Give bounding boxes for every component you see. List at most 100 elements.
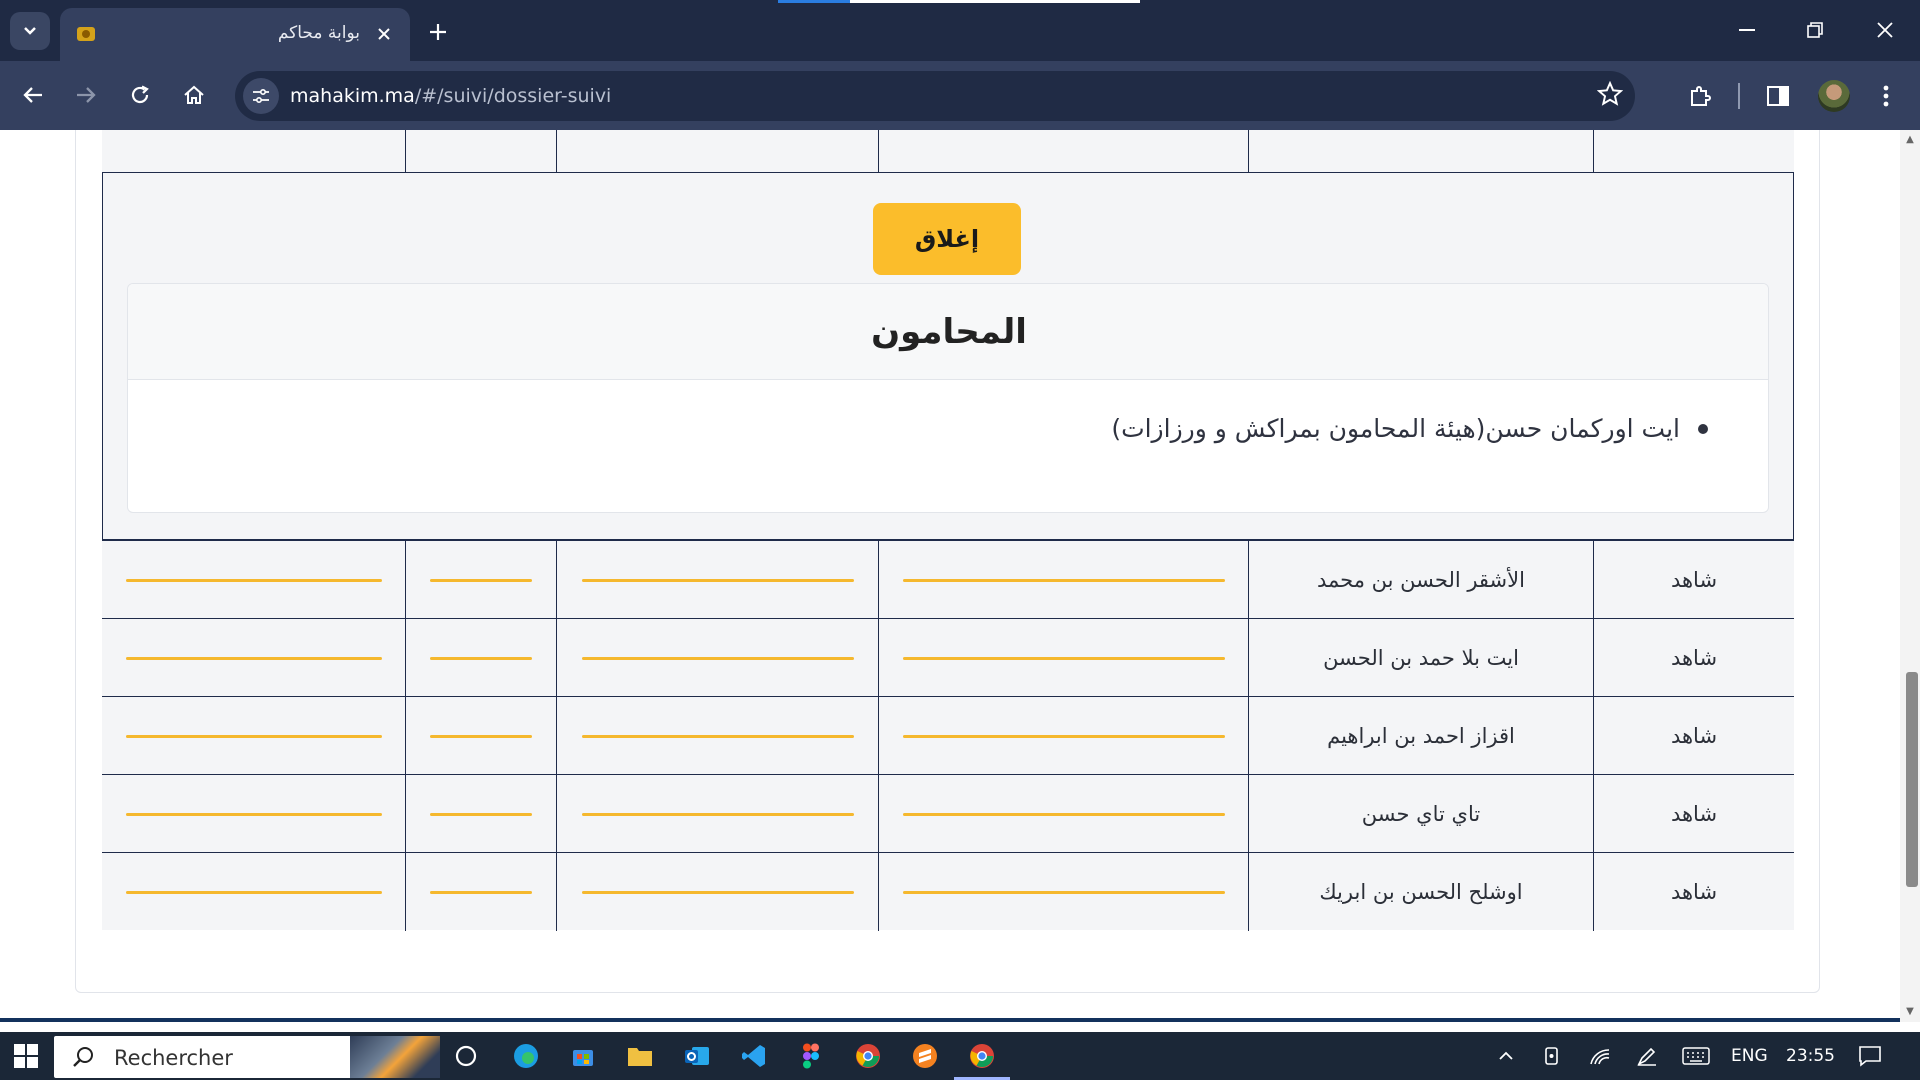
chevron-down-icon [24, 27, 36, 35]
scroll-up-arrow[interactable]: ▲ [1904, 134, 1916, 145]
table-row [102, 130, 1794, 172]
page-scrollbar[interactable]: ▲ ▼ [1900, 130, 1920, 1022]
taskbar-app-store[interactable] [567, 1040, 599, 1072]
parties-table: الأشقر الحسن بن محمد شاهد ايت بلا حمد بن… [102, 540, 1794, 931]
chrome-icon [856, 1044, 880, 1068]
extensions-button[interactable] [1680, 76, 1720, 116]
table-cell [878, 853, 1248, 931]
browser-menu-button[interactable] [1866, 76, 1906, 116]
clock[interactable]: 23:55 [1786, 1046, 1835, 1066]
forward-button[interactable] [67, 76, 105, 114]
side-panel-button[interactable] [1758, 76, 1798, 116]
search-highlight-image [350, 1036, 440, 1078]
table-cell [556, 853, 878, 931]
taskbar-app-outlook[interactable] [681, 1040, 713, 1072]
minimize-icon [1739, 29, 1755, 31]
empty-value-line [581, 890, 854, 894]
vscode-icon [742, 1045, 765, 1067]
party-role: شاهد [1670, 568, 1718, 592]
party-role: شاهد [1670, 880, 1718, 904]
taskbar-app-figma[interactable] [795, 1040, 827, 1072]
tray-pen-button[interactable] [1631, 1040, 1663, 1072]
restore-button[interactable] [1790, 10, 1840, 50]
url-host: mahakim.ma [290, 85, 415, 107]
party-role-cell: شاهد [1593, 619, 1794, 697]
table-cell [556, 130, 878, 172]
table-row: اقزاز احمد بن ابراهيم شاهد [102, 696, 1794, 775]
empty-value-line [581, 578, 854, 582]
party-name-cell: اقزاز احمد بن ابراهيم [1248, 697, 1593, 775]
browser-tab-active[interactable]: بوابة محاكم [60, 8, 410, 61]
circle-icon [455, 1045, 477, 1067]
sublime-icon [913, 1044, 937, 1068]
profile-avatar[interactable] [1818, 80, 1850, 112]
close-window-button[interactable] [1860, 10, 1910, 50]
scroll-down-arrow[interactable]: ▼ [1904, 1006, 1916, 1017]
tab-search-button[interactable] [10, 12, 50, 50]
back-button[interactable] [14, 76, 52, 114]
emblem-icon [77, 27, 95, 41]
party-name: الأشقر الحسن بن محمد [1317, 568, 1525, 592]
more-vert-icon [1883, 85, 1889, 107]
taskbar-search[interactable]: Rechercher [54, 1036, 440, 1078]
party-role-cell: شاهد [1593, 775, 1794, 853]
lawyers-panel: إغلاق المحامون ايت اوركمان حسن(هيئة المح… [102, 172, 1794, 540]
empty-value-line [125, 812, 382, 816]
party-role-cell: شاهد [1593, 541, 1794, 619]
notifications-button[interactable] [1854, 1040, 1886, 1072]
table-cell [1593, 130, 1794, 172]
table-row: تاي تاي حسن شاهد [102, 774, 1794, 853]
tray-meet-button[interactable] [1537, 1040, 1569, 1072]
home-button[interactable] [175, 76, 213, 114]
table-cell [102, 853, 405, 931]
side-panel-icon [1767, 86, 1789, 106]
table-cell [878, 619, 1248, 697]
table-cell [878, 130, 1248, 172]
restore-icon [1807, 22, 1823, 38]
empty-value-line [125, 578, 382, 582]
bookmark-star-icon[interactable] [1597, 81, 1623, 107]
browser-toolbar: mahakim.ma/#/suivi/dossier-suivi [0, 61, 1920, 130]
tray-keyboard-button[interactable] [1680, 1040, 1712, 1072]
table-row: الأشقر الحسن بن محمد شاهد [102, 540, 1794, 619]
lawyer-name: ايت اوركمان حسن(هيئة المحامون بمراكش و و… [1111, 414, 1680, 443]
table-cell [102, 130, 405, 172]
party-role-cell: شاهد [1593, 853, 1794, 931]
party-name: اقزاز احمد بن ابراهيم [1327, 724, 1515, 748]
notification-icon [1859, 1046, 1881, 1067]
task-view-button[interactable] [450, 1040, 482, 1072]
new-tab-button[interactable] [420, 14, 456, 50]
table-cell [1248, 130, 1593, 172]
taskbar-app-explorer[interactable] [624, 1040, 656, 1072]
table-cell [405, 541, 556, 619]
taskbar-app-edge[interactable] [510, 1040, 542, 1072]
tab-close-button[interactable] [372, 22, 396, 46]
taskbar-app-sublime[interactable] [909, 1040, 941, 1072]
start-button[interactable] [10, 1040, 42, 1072]
language-indicator[interactable]: ENG [1731, 1046, 1768, 1066]
taskbar-app-vscode[interactable] [738, 1040, 770, 1072]
lawyers-title: المحامون [128, 284, 1768, 380]
tray-overflow-button[interactable] [1490, 1040, 1522, 1072]
empty-value-line [430, 890, 532, 894]
reload-button[interactable] [121, 76, 159, 114]
taskbar-app-chrome[interactable] [852, 1040, 884, 1072]
scrollbar-thumb[interactable] [1906, 672, 1918, 887]
taskbar-app-chrome-active[interactable] [966, 1040, 998, 1072]
table-cell [878, 697, 1248, 775]
address-bar[interactable]: mahakim.ma/#/suivi/dossier-suivi [235, 71, 1635, 121]
plus-icon [430, 24, 446, 40]
close-button[interactable]: إغلاق [873, 203, 1021, 275]
table-cell [102, 775, 405, 853]
minimize-button[interactable] [1722, 10, 1772, 50]
table-cell [556, 775, 878, 853]
party-name-cell: تاي تاي حسن [1248, 775, 1593, 853]
table-cell [405, 619, 556, 697]
party-name: تاي تاي حسن [1361, 802, 1481, 826]
puzzle-icon [1691, 86, 1711, 106]
tray-network-button[interactable] [1584, 1040, 1616, 1072]
table-cell [878, 541, 1248, 619]
edge-icon [514, 1044, 538, 1068]
parties-table-top [102, 130, 1794, 172]
site-info-button[interactable] [243, 78, 279, 114]
